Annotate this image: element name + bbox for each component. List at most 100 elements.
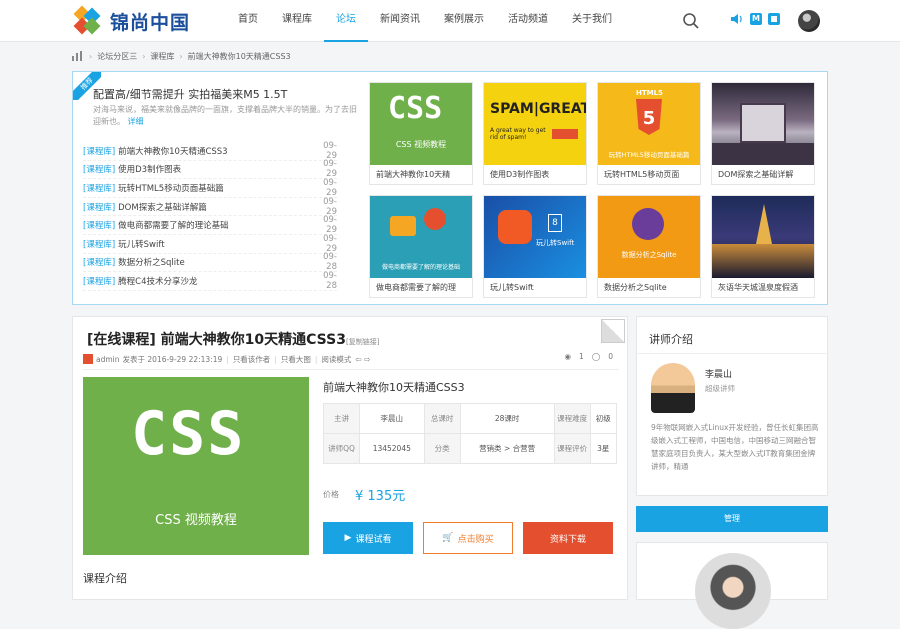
course-thumb[interactable]: 灰语华天城温泉度假酒	[711, 195, 815, 298]
thumb-image	[712, 83, 814, 165]
featured-desc: 对海马来说，福美来就像品牌的一面旗，支撑着品牌大半的销量。为了去旧迎新也。 详细	[93, 105, 357, 126]
course-thumb[interactable]: DOM探索之基础详解	[711, 82, 815, 185]
featured-more-link[interactable]: 详细	[128, 117, 144, 126]
play-icon: ▶	[344, 533, 352, 543]
logo-mark-icon	[72, 5, 106, 35]
thumb-image: HTML5 5 玩转HTML5移动页面基础篇	[598, 83, 700, 165]
message-icon[interactable]: M	[750, 13, 762, 25]
nav-item-forum[interactable]: 论坛	[324, 0, 368, 42]
only-author-link[interactable]: 只看该作者	[233, 354, 271, 365]
list-item[interactable]: [课程库] 腾程C4技术分享沙龙 09-28	[83, 271, 337, 291]
news-list: [课程库] 前端大神教你10天精通CSS3 09-29 [课程库] 使用D3制作图表 0…	[83, 141, 337, 291]
thumb-image: 数据分析之Sqlite	[598, 196, 700, 278]
price-row: 价格 ¥ 135元	[323, 485, 405, 504]
nav-item-about[interactable]: 关于我们	[560, 0, 624, 42]
html5-shield-icon: 5	[636, 99, 662, 135]
cart-icon: 🛒	[442, 533, 454, 543]
course-thumb[interactable]: 8 玩儿转Swift 玩儿转Swift	[483, 195, 587, 298]
author-name[interactable]: admin	[96, 355, 120, 364]
featured-title[interactable]: 配置高/细节需提升 实拍福美来M5 1.5T	[93, 86, 287, 102]
teacher-panel-title: 讲师介绍	[649, 333, 693, 346]
thumb-caption: 前端大神教你10天精	[376, 170, 451, 179]
header-icons: M	[730, 13, 780, 25]
main-nav: 首页 课程库 论坛 新闻资讯 案例展示 活动频道 关于我们	[226, 0, 624, 42]
course-thumb[interactable]: SPAM|GREAT! A great way to get rid of sp…	[483, 82, 587, 185]
breadcrumb-forum[interactable]: 论坛分区三	[97, 51, 137, 62]
thumb-caption: 使用D3制作图表	[490, 170, 550, 179]
nav-item-news[interactable]: 新闻资讯	[368, 0, 432, 42]
download-button[interactable]: 资料下载	[523, 522, 613, 554]
list-item[interactable]: [课程库] 前端大神教你10天精通CSS3 09-29	[83, 141, 337, 161]
price-label: 价格	[323, 490, 339, 499]
search-icon[interactable]	[682, 12, 700, 30]
meta-stats: ◉ 1 ◯ 0	[564, 352, 613, 361]
article-title: [在线课程] 前端大神教你10天精通CSS3[复制链接]	[87, 332, 380, 348]
course-cover: CSS CSS 视频教程	[83, 377, 309, 555]
course-info-table: 主讲 李晨山 总课时 28课时 课程难度 初级 讲师QQ 13452045 分类 营销类 …	[323, 403, 618, 464]
course-thumb[interactable]: HTML5 5 玩转HTML5移动页面基础篇 玩转HTML5移动页面	[597, 82, 701, 185]
sidebar-card	[636, 542, 828, 629]
site-logo[interactable]: 锦尚中国	[72, 5, 191, 35]
fold-corner-icon[interactable]	[601, 319, 625, 343]
replies-count: 0	[608, 352, 613, 361]
list-item[interactable]: [课程库] DOM探索之基础详解篇 09-29	[83, 197, 337, 217]
course-article: [在线课程] 前端大神教你10天精通CSS3[复制链接] admin 发表于 2…	[72, 316, 628, 600]
copy-link[interactable]: [复制链接]	[346, 338, 379, 346]
cover-css-text: CSS	[131, 399, 246, 469]
featured-panel: 推荐 配置高/细节需提升 实拍福美来M5 1.5T 对海马来说，福美来就像品牌的…	[72, 71, 828, 305]
table-row: 主讲 李晨山 总课时 28课时 课程难度 初级	[323, 403, 618, 434]
table-row: 讲师QQ 13452045 分类 营销类 > 合营营 课程评价 3星	[323, 433, 618, 464]
svg-text:5: 5	[643, 108, 656, 129]
user-avatar[interactable]	[798, 10, 820, 32]
divider	[83, 369, 619, 370]
list-item[interactable]: [课程库] 玩儿转Swift 09-29	[83, 234, 337, 254]
stats-icon	[72, 51, 82, 61]
thumb-image: 8 玩儿转Swift	[484, 196, 586, 278]
course-thumb-grid: CSS CSS 视频教程 前端大神教你10天精 SPAM|GREAT! A gr…	[369, 82, 829, 298]
logo-text: 锦尚中国	[110, 11, 191, 34]
breadcrumb: › 论坛分区三 › 课程库 › 前端大神教你10天精通CSS3	[72, 47, 291, 65]
thumb-image: CSS CSS 视频教程	[370, 83, 472, 165]
prev-next-icon[interactable]: ⇦ ⇨	[355, 355, 370, 364]
comment-icon: ◯	[591, 352, 601, 361]
course-intro-heading: 课程介绍	[83, 572, 127, 585]
trial-button[interactable]: ▶ 课程试看	[323, 522, 413, 554]
volume-icon[interactable]	[730, 13, 744, 25]
list-item[interactable]: [课程库] 数据分析之Sqlite 09-28	[83, 252, 337, 272]
course-thumb[interactable]: 做电商都需要了解的理论基础 做电商都需要了解的理	[369, 195, 473, 298]
breadcrumb-current: 前端大神教你10天精通CSS3	[187, 51, 291, 61]
grid-icon[interactable]	[768, 13, 780, 25]
thumb-caption: 灰语华天城温泉度假酒	[718, 283, 798, 292]
teacher-photo	[651, 363, 695, 413]
cover-subtitle: CSS 视频教程	[155, 513, 237, 528]
nav-item-events[interactable]: 活动频道	[496, 0, 560, 42]
only-large-link[interactable]: 只看大图	[281, 354, 311, 365]
thumb-image	[712, 196, 814, 278]
course-name: 前端大神教你10天精通CSS3	[323, 381, 465, 394]
teacher-panel: 讲师介绍 李晨山 超级讲师 9年物联网嵌入式Linux开发经验，曾任长虹集团高级…	[636, 316, 828, 496]
thumb-image: SPAM|GREAT! A great way to get rid of sp…	[484, 83, 586, 165]
course-thumb[interactable]: 数据分析之Sqlite 数据分析之Sqlite	[597, 195, 701, 298]
course-thumb[interactable]: CSS CSS 视频教程 前端大神教你10天精	[369, 82, 473, 185]
top-header: 锦尚中国 首页 课程库 论坛 新闻资讯 案例展示 活动频道 关于我们 M	[0, 0, 900, 42]
publish-time: 发表于 2016-9-29 22:13:19	[122, 354, 223, 364]
nav-item-courses[interactable]: 课程库	[270, 0, 324, 42]
teacher-name: 李晨山	[705, 370, 733, 380]
read-mode-link[interactable]: 阅读模式	[321, 354, 351, 365]
list-item[interactable]: [课程库] 使用D3制作图表 09-29	[83, 159, 337, 179]
thumb-caption: 做电商都需要了解的理	[376, 283, 456, 292]
thumb-caption: DOM探索之基础详解	[718, 170, 794, 179]
eye-icon: ◉	[564, 352, 572, 361]
list-item[interactable]: [课程库] 做电商都需要了解的理论基础 09-29	[83, 215, 337, 235]
manage-button[interactable]: 管理	[636, 506, 828, 532]
nav-item-cases[interactable]: 案例展示	[432, 0, 496, 42]
buy-button[interactable]: 🛒 点击购买	[423, 522, 513, 554]
teacher-role: 超级讲师	[705, 384, 735, 393]
price-value: ¥ 135元	[355, 489, 406, 504]
list-item[interactable]: [课程库] 玩转HTML5移动页面基础篇 09-29	[83, 178, 337, 198]
author-icon	[83, 354, 93, 364]
breadcrumb-courses[interactable]: 课程库	[150, 51, 174, 62]
thumb-image: 做电商都需要了解的理论基础	[370, 196, 472, 278]
nav-item-home[interactable]: 首页	[226, 0, 270, 42]
views-count: 1	[579, 352, 584, 361]
